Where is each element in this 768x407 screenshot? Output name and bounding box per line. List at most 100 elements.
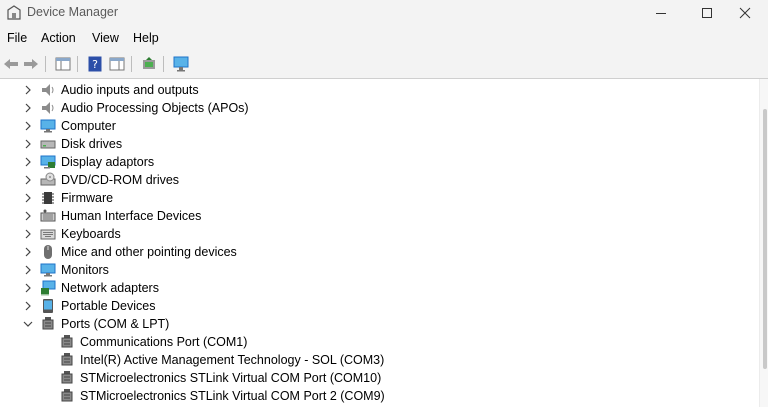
menu-help[interactable]: Help <box>133 31 159 45</box>
port-icon <box>42 317 54 330</box>
disk-drive-icon <box>40 140 56 149</box>
speaker-icon <box>42 84 54 96</box>
update-driver-icon <box>143 57 155 69</box>
port-icon <box>61 353 73 366</box>
tree-item-com9[interactable]: STMicroelectronics STLink Virtual COM Po… <box>0 387 760 405</box>
tree-item-human-interface-devices[interactable]: Human Interface Devices <box>0 207 760 225</box>
toolbar-separator <box>163 56 164 72</box>
scan-hardware-icon <box>173 56 189 72</box>
back-button[interactable] <box>2 55 20 73</box>
tree-item-label: Communications Port (COM1) <box>80 335 248 349</box>
tree-item-ports-com-lpt[interactable]: Ports (COM & LPT) <box>0 315 760 333</box>
network-adapter-icon <box>41 280 56 296</box>
action-pane-icon <box>109 57 125 71</box>
hid-keyboard-icon <box>40 209 56 222</box>
help-icon: ? <box>88 56 102 72</box>
chevron-right-icon[interactable] <box>22 120 34 132</box>
properties-view-button[interactable] <box>54 55 72 73</box>
menu-file[interactable]: File <box>7 31 27 45</box>
tree-item-mice[interactable]: Mice and other pointing devices <box>0 243 760 261</box>
tree-item-label: Network adapters <box>61 281 159 295</box>
chevron-right-icon[interactable] <box>22 246 34 258</box>
chevron-right-icon[interactable] <box>22 282 34 294</box>
forward-button[interactable] <box>22 55 40 73</box>
chevron-down-icon[interactable] <box>22 318 34 330</box>
portable-device-icon <box>43 299 53 313</box>
tree-item-label: Computer <box>61 119 116 133</box>
tree-item-label: Disk drives <box>61 137 123 151</box>
chevron-right-icon[interactable] <box>22 192 34 204</box>
tree-item-firmware[interactable]: Firmware <box>0 189 760 207</box>
chevron-right-icon[interactable] <box>22 156 34 168</box>
menu-view[interactable]: View <box>92 31 119 45</box>
update-driver-button[interactable] <box>140 55 158 73</box>
tree-item-disk-drives[interactable]: Disk drives <box>0 135 760 153</box>
tree-item-label: STMicroelectronics STLink Virtual COM Po… <box>80 371 382 385</box>
properties-view-icon <box>55 57 71 71</box>
tree-item-label: Display adaptors <box>61 155 155 169</box>
scrollbar-thumb[interactable] <box>763 109 767 369</box>
tree-item-com10[interactable]: STMicroelectronics STLink Virtual COM Po… <box>0 369 760 387</box>
firmware-chip-icon <box>42 192 54 204</box>
tree-item-label: Ports (COM & LPT) <box>61 317 170 331</box>
monitor-icon <box>40 263 56 277</box>
tree-item-network-adapters[interactable]: Network adapters <box>0 279 760 297</box>
action-pane-button[interactable] <box>108 55 126 73</box>
tree-item-label: Human Interface Devices <box>61 209 202 223</box>
forward-icon <box>24 59 38 69</box>
tree-item-monitors[interactable]: Monitors <box>0 261 760 279</box>
tree-item-label: STMicroelectronics STLink Virtual COM Po… <box>80 389 385 403</box>
tree-item-audio-inputs-outputs[interactable]: Audio inputs and outputs <box>0 81 760 99</box>
port-icon <box>61 371 73 384</box>
tree-item-label: Monitors <box>61 263 109 277</box>
tree-item-label: Audio inputs and outputs <box>61 83 199 97</box>
chevron-right-icon[interactable] <box>22 228 34 240</box>
chevron-right-icon[interactable] <box>22 300 34 312</box>
scan-hardware-button[interactable] <box>172 55 190 73</box>
device-tree: Audio inputs and outputs Audio Processin… <box>0 79 768 407</box>
vertical-scrollbar[interactable] <box>759 79 768 407</box>
close-button[interactable] <box>722 0 768 26</box>
toolbar: ? <box>0 51 768 79</box>
tree-item-dvd-cd-rom-drives[interactable]: DVD/CD-ROM drives <box>0 171 760 189</box>
chevron-right-icon[interactable] <box>22 174 34 186</box>
menu-action[interactable]: Action <box>41 31 76 45</box>
tree-item-com1[interactable]: Communications Port (COM1) <box>0 333 760 351</box>
display-adapter-icon <box>40 155 56 169</box>
chevron-right-icon[interactable] <box>22 138 34 150</box>
tree-item-computer[interactable]: Computer <box>0 117 760 135</box>
tree-item-label: DVD/CD-ROM drives <box>61 173 180 187</box>
tree-item-label: Mice and other pointing devices <box>61 245 237 259</box>
maximize-icon <box>702 8 712 18</box>
chevron-right-icon[interactable] <box>22 264 34 276</box>
chevron-right-icon[interactable] <box>22 102 34 114</box>
help-button[interactable]: ? <box>86 55 104 73</box>
tree-item-label: Portable Devices <box>61 299 156 313</box>
minimize-button[interactable] <box>638 0 684 26</box>
tree-item-label: Intel(R) Active Management Technology - … <box>80 353 385 367</box>
mouse-icon <box>44 245 52 259</box>
title-bar: Device Manager <box>0 0 768 26</box>
toolbar-separator <box>131 56 132 72</box>
tree-item-audio-processing-objects[interactable]: Audio Processing Objects (APOs) <box>0 99 760 117</box>
device-manager-app-icon <box>7 5 21 20</box>
tree-item-display-adaptors[interactable]: Display adaptors <box>0 153 760 171</box>
chevron-right-icon[interactable] <box>22 84 34 96</box>
keyboard-icon <box>40 229 56 240</box>
tree-item-label: Keyboards <box>61 227 121 241</box>
tree-item-portable-devices[interactable]: Portable Devices <box>0 297 760 315</box>
port-icon <box>61 335 73 348</box>
tree-item-com3[interactable]: Intel(R) Active Management Technology - … <box>0 351 760 369</box>
window-title: Device Manager <box>27 5 119 19</box>
menu-bar: File Action View Help <box>0 26 768 51</box>
speaker-icon <box>42 102 54 114</box>
computer-icon <box>40 119 56 133</box>
tree-item-keyboards[interactable]: Keyboards <box>0 225 760 243</box>
chevron-right-icon[interactable] <box>22 210 34 222</box>
tree-item-label: Firmware <box>61 191 114 205</box>
port-icon <box>61 389 73 402</box>
dvd-drive-icon <box>40 172 56 186</box>
tree-item-label: Audio Processing Objects (APOs) <box>61 101 249 115</box>
toolbar-separator <box>45 56 46 72</box>
close-icon <box>739 7 751 19</box>
